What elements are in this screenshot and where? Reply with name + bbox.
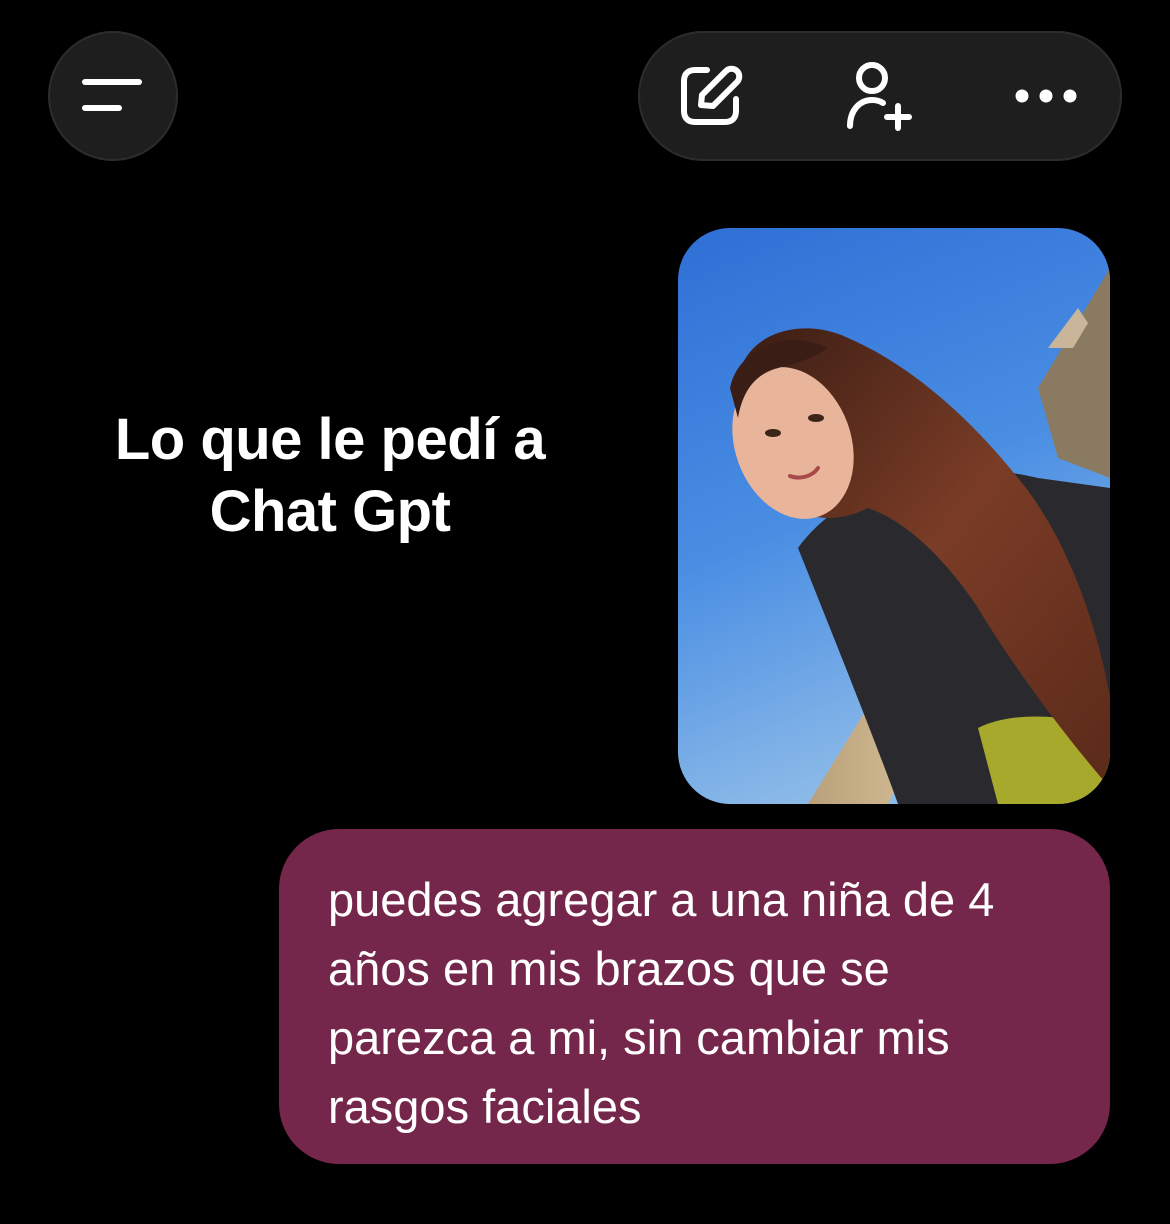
new-chat-button[interactable] — [660, 46, 760, 146]
chat-screen: Lo que le pedí a Chat Gpt puedes agregar… — [0, 0, 1170, 1224]
caption-text: Lo que le pedí a Chat Gpt — [60, 404, 600, 548]
more-options-button[interactable] — [996, 46, 1096, 146]
selfie-photo — [678, 228, 1110, 804]
message-text: puedes agregar a una niña de 4 años en m… — [328, 865, 1070, 1141]
add-person-icon — [847, 62, 912, 131]
menu-button[interactable] — [48, 31, 178, 161]
message-line-2: años en mis brazos que se — [328, 942, 890, 995]
compose-icon — [681, 65, 743, 125]
header-actions — [638, 31, 1122, 161]
add-person-button[interactable] — [828, 46, 928, 146]
caption-line-2: Chat Gpt — [209, 479, 451, 544]
hamburger-menu-icon — [82, 79, 142, 111]
caption-line-1: Lo que le pedí a — [114, 407, 546, 472]
more-horizontal-icon — [1015, 89, 1077, 103]
message-line-1: puedes agregar a una niña de 4 — [328, 873, 995, 926]
message-line-3: parezca a mi, sin cambiar mis — [328, 1011, 950, 1064]
user-message-bubble[interactable]: puedes agregar a una niña de 4 años en m… — [279, 829, 1110, 1164]
message-line-4: rasgos faciales — [328, 1080, 642, 1133]
photo-attachment[interactable] — [678, 228, 1110, 804]
